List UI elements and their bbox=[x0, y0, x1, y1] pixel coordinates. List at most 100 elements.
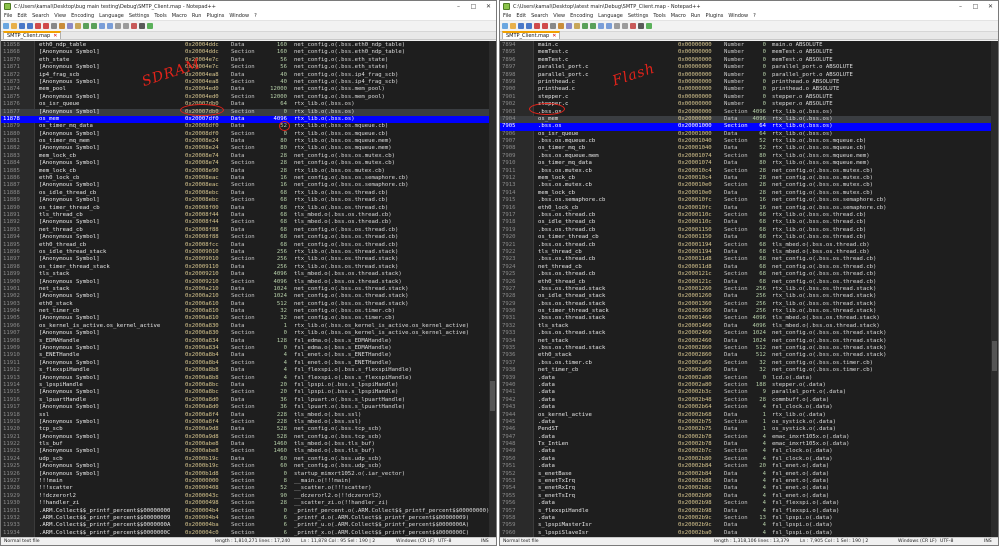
text-line[interactable]: 11885 mem_lock_cb 0x20008e90 Data 28 rtx_lib.… bbox=[1, 168, 496, 175]
minimize-icon[interactable]: – bbox=[451, 1, 466, 12]
close-file-icon[interactable] bbox=[534, 23, 540, 29]
text-line[interactable]: 7912 mem_lock_cb 0x200010c4 Data 28 net_confi… bbox=[500, 175, 998, 182]
status-encoding[interactable]: UTF-8 bbox=[438, 539, 451, 544]
text-line[interactable]: 11921 [Anonymous Symbol] 0x2000a9d8 Section… bbox=[1, 434, 496, 441]
text-line[interactable]: 11886 eth0_lock_cb 0x20008eac Data 16 net_con… bbox=[1, 175, 496, 182]
text-line[interactable]: 11895 eth0_thread_cb 0x20008fcc Data 68 net_c… bbox=[1, 242, 496, 249]
text-line[interactable]: 7898 parallel_port.c 0x00000000 Number 0 para… bbox=[500, 72, 998, 79]
menu-search[interactable]: Search bbox=[32, 13, 49, 19]
menu-help[interactable]: ? bbox=[753, 13, 756, 19]
text-line[interactable]: 7896 memTest.c 0x00000000 Number 0 memTest.o … bbox=[500, 57, 998, 64]
text-line[interactable]: 11906 os_kernel_is_active.os_kernel_activ… bbox=[1, 323, 496, 330]
text-line[interactable]: 11889 [Anonymous Symbol] 0x20008ebc Section… bbox=[1, 197, 496, 204]
text-line[interactable]: 7905 .bss.os 0x20001000 Section 64 rtx_lib.o(… bbox=[500, 123, 998, 131]
zoom-in-icon[interactable] bbox=[614, 23, 620, 29]
open-file-icon[interactable] bbox=[11, 23, 17, 29]
text-line[interactable]: 7904 os_mem 0x20000000 Data 4096 rtx_lib.o(.b… bbox=[500, 115, 998, 124]
text-line[interactable]: 11931 .ARM.Collect$$_printf_percent$$0000… bbox=[1, 508, 496, 515]
menu-tools[interactable]: Tools bbox=[653, 13, 665, 19]
text-line[interactable]: 11927 !!!main 0x20000000 Section 8 __main.o(!… bbox=[1, 478, 496, 485]
text-line[interactable]: 11882 [Anonymous Symbol] 0x20008e24 Section… bbox=[1, 145, 496, 152]
scrollbar-thumb[interactable] bbox=[490, 381, 495, 411]
text-line[interactable]: 7946 PendST 0x20002b75 Data 1 os_systick.o(.d… bbox=[500, 426, 998, 433]
text-line[interactable]: 11933 .ARM.Collect$$_printf_percent$$0000… bbox=[1, 522, 496, 529]
status-eol[interactable]: Windows (CR LF) bbox=[396, 539, 435, 544]
stop-macro-icon[interactable] bbox=[139, 23, 145, 29]
menu-encoding[interactable]: Encoding bbox=[71, 13, 94, 19]
text-line[interactable]: 11904 net_timer_cb 0x2000a810 Data 32 net_con… bbox=[1, 308, 496, 315]
menu-settings[interactable]: Settings bbox=[129, 13, 150, 19]
text-line[interactable]: 11920 tcp_scb 0x2000a9d8 Data 528 net_config.… bbox=[1, 426, 496, 433]
text-line[interactable]: 11897 [Anonymous Symbol] 0x20009010 Section… bbox=[1, 256, 496, 263]
text-line[interactable]: 7937 .bss.os.timer.cb 0x20002a60 Section 32 n… bbox=[500, 360, 998, 367]
text-line[interactable]: 7908 os_timer_mq_cb 0x20001040 Data 52 rtx_li… bbox=[500, 145, 998, 152]
text-line[interactable]: 7941 .data 0x20002b3c Section 9 parallel_port… bbox=[500, 389, 998, 396]
text-line[interactable]: 7940 .data 0x20002a80 Section 188 stepper.o(.… bbox=[500, 382, 998, 389]
menu-help[interactable]: ? bbox=[254, 13, 257, 19]
zoom-in-icon[interactable] bbox=[115, 23, 121, 29]
text-line[interactable]: 7916 eth0_lock_cb 0x200010fc Data 16 net_conf… bbox=[500, 205, 998, 212]
text-line[interactable]: 11916 s_lpuartHandle 0x2000a8d0 Data 36 fsl_l… bbox=[1, 397, 496, 404]
menu-search[interactable]: Search bbox=[531, 13, 548, 19]
text-line[interactable]: 11925 [Anonymous Symbol] 0x2000b19c Section… bbox=[1, 463, 496, 470]
text-line[interactable]: 7956 .data 0x20002b98 Section 4 fsl_flexspi.o… bbox=[500, 500, 998, 507]
close-all-icon[interactable] bbox=[43, 23, 49, 29]
text-line[interactable]: 11923 [Anonymous Symbol] 0x2000abe8 Section… bbox=[1, 448, 496, 455]
close-icon[interactable]: ✕ bbox=[983, 1, 998, 12]
text-line[interactable]: 11924 udp_scb 0x2000b19c Data 60 net_config.o… bbox=[1, 456, 496, 463]
text-line[interactable]: 11900 [Anonymous Symbol] 0x20009210 Section… bbox=[1, 279, 496, 286]
text-line[interactable]: 11902 [Anonymous Symbol] 0x2000a210 Section… bbox=[1, 293, 496, 300]
text-line[interactable]: 7902 stepper.c 0x00000000 Number 0 stepper.o … bbox=[500, 101, 998, 108]
text-line[interactable]: 7959 s_lpspiMasterIsr 0x20002b9c Data 4 fsl_l… bbox=[500, 522, 998, 529]
tab-close-icon[interactable]: ✕ bbox=[552, 33, 556, 39]
text-line[interactable]: 7943 .data 0x20002b64 Section 4 fsl_clock.o(.… bbox=[500, 404, 998, 411]
find-icon[interactable] bbox=[99, 23, 105, 29]
text-line[interactable]: 7952 s_enetBase 0x20002b84 Data 4 fsl_enet.o(… bbox=[500, 471, 998, 478]
vertical-scrollbar[interactable] bbox=[489, 41, 496, 539]
text-line[interactable]: 7954 s_enetRxIrq 0x20002b8c Data 4 fsl_enet.o… bbox=[500, 485, 998, 492]
text-line[interactable]: 11929 !!dczerorl2 0x2000043c Section 90 __dcz… bbox=[1, 493, 496, 500]
close-file-icon[interactable] bbox=[35, 23, 41, 29]
text-line[interactable]: 11873 [Anonymous Symbol] 0x20004ea8 Section… bbox=[1, 79, 496, 86]
scrollbar-thumb[interactable] bbox=[992, 341, 997, 371]
text-line[interactable]: 11919 [Anonymous Symbol] 0x2000a8f4 Section… bbox=[1, 419, 496, 426]
text-line[interactable]: 7903 .bss.os 0x20000000 Section 4096 rtx_lib.… bbox=[500, 109, 998, 116]
status-eol[interactable]: Windows (CR LF) bbox=[898, 539, 937, 544]
text-line[interactable]: 11891 tls_thread_cb 0x20008f44 Data 68 tls_mb… bbox=[1, 212, 496, 219]
text-line[interactable]: 7920 os_timer_thread_cb 0x20001150 Data 68 rt… bbox=[500, 234, 998, 241]
text-line[interactable]: 11876 os_isr_queue 0x20007db0 Data 64 rtx_lib… bbox=[1, 101, 496, 108]
text-line[interactable]: 7929 .bss.os.thread.stack 0x20001360 Sectio… bbox=[500, 301, 998, 308]
menu-run[interactable]: Run bbox=[192, 13, 202, 19]
menu-language[interactable]: Language bbox=[598, 13, 623, 19]
menu-view[interactable]: View bbox=[553, 13, 565, 19]
text-line[interactable]: 7945 .data 0x20002b75 Section 1 os_systick.o(… bbox=[500, 419, 998, 426]
text-line[interactable]: 7917 .bss.os.thread.cb 0x2000110c Section 68… bbox=[500, 212, 998, 219]
text-line[interactable]: 11892 [Anonymous Symbol] 0x20008f44 Section… bbox=[1, 219, 496, 226]
text-line[interactable]: 11875 [Anonymous Symbol] 0x20004ed0 Section… bbox=[1, 94, 496, 101]
text-line[interactable]: 11911 [Anonymous Symbol] 0x2000a8b4 Section… bbox=[1, 360, 496, 367]
text-line[interactable]: 7919 .bss.os.thread.cb 0x20001150 Section 68… bbox=[500, 227, 998, 234]
text-line[interactable]: 11899 tls_stack 0x20009210 Data 4096 tls_mbed… bbox=[1, 271, 496, 278]
text-line[interactable]: 7933 .bss.os.thread.stack 0x20002460 Sectio… bbox=[500, 330, 998, 337]
text-line[interactable]: 11908 s_EDMAHandle 0x2000a834 Data 128 fsl_ed… bbox=[1, 338, 496, 345]
cut-icon[interactable] bbox=[59, 23, 65, 29]
text-line[interactable]: 7948 Tx_IntLen 0x20002b78 Data 4 emac_imxrt10… bbox=[500, 441, 998, 448]
text-line[interactable]: 11898 os_timer_thread_stack 0x20009110 Data… bbox=[1, 264, 496, 271]
text-line[interactable]: 11874 mem_pool 0x20004ed0 Data 12000 net_conf… bbox=[1, 86, 496, 93]
text-line[interactable]: 7936 eth0_stack 0x20002860 Data 512 net_confi… bbox=[500, 352, 998, 359]
save-icon[interactable] bbox=[518, 23, 524, 29]
status-encoding[interactable]: UTF-8 bbox=[940, 539, 953, 544]
maximize-icon[interactable]: □ bbox=[466, 1, 481, 12]
text-line[interactable]: 11901 net_stack 0x2000a210 Data 1024 net_conf… bbox=[1, 286, 496, 293]
text-line[interactable]: 11893 net_thread_cb 0x20008f88 Data 68 net_co… bbox=[1, 227, 496, 234]
save-all-icon[interactable] bbox=[526, 23, 532, 29]
save-icon[interactable] bbox=[19, 23, 25, 29]
title-bar[interactable]: C:\Users\kamal\Desktop\latest main\Debug… bbox=[500, 1, 998, 12]
text-line[interactable]: 11928 !!!scatter 0x20000408 Section 52 __scat… bbox=[1, 485, 496, 492]
text-line[interactable]: 11918 ssl 0x2000a8f4 Data 228 tls_mbed.o(.bss… bbox=[1, 412, 496, 419]
text-line[interactable]: 7934 net_stack 0x20002460 Data 1024 net_confi… bbox=[500, 338, 998, 345]
paste-icon[interactable] bbox=[75, 23, 81, 29]
tab-close-icon[interactable]: ✕ bbox=[53, 33, 57, 39]
zoom-out-icon[interactable] bbox=[123, 23, 129, 29]
tab-smtp-client-map[interactable]: SMTP_Client.map ✕ bbox=[502, 31, 561, 39]
